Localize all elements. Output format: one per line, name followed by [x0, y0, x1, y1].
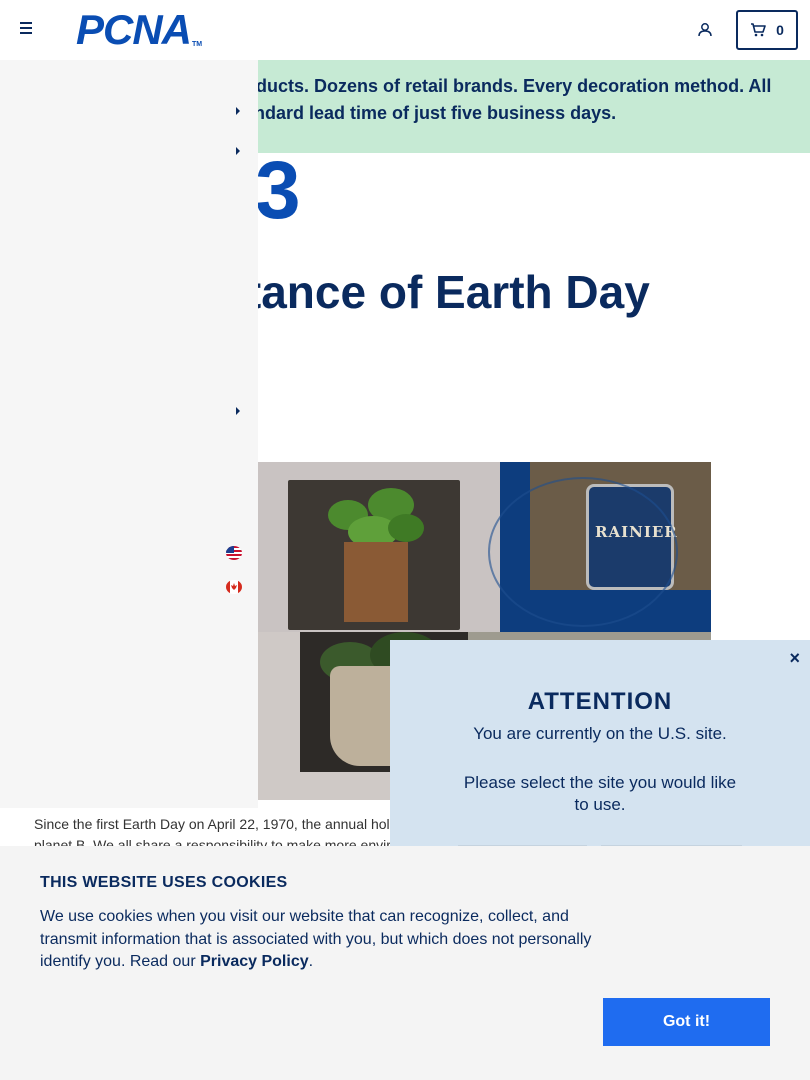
cart-count: 0	[776, 22, 784, 38]
logo-wordmark: PCNA	[76, 6, 192, 53]
hamburger-icon[interactable]	[20, 22, 36, 38]
cookie-text: We use cookies when you visit our websit…	[40, 906, 610, 974]
modal-instructions: Please select the site you would like to…	[463, 773, 737, 814]
accept-cookies-button[interactable]: Got it!	[603, 998, 770, 1046]
article-title: rtance of Earth Day	[228, 266, 650, 318]
plant-photo	[288, 480, 460, 630]
hero-decor-curve	[488, 477, 678, 627]
privacy-policy-link[interactable]: Privacy Policy	[200, 953, 309, 970]
promo-text: roducts. Dozens of retail brands. Every …	[238, 76, 772, 123]
user-icon[interactable]	[697, 22, 713, 38]
menu-expand-arrow-icon[interactable]	[236, 407, 240, 415]
side-menu-drawer	[0, 60, 258, 808]
us-flag-icon[interactable]	[226, 546, 242, 560]
logo-trademark: TM	[192, 41, 203, 48]
cart-icon	[751, 23, 766, 37]
cookie-body-end: .	[308, 953, 314, 970]
pcna-logo[interactable]: PCNA TM	[76, 6, 203, 53]
cookie-title: THIS WEBSITE USES COOKIES	[40, 874, 288, 891]
cart-button[interactable]: 0	[736, 10, 798, 50]
modal-current-site: You are currently on the U.S. site.	[473, 724, 727, 743]
modal-title: ATTENTION	[527, 688, 673, 715]
big-heading-fragment: 3	[255, 145, 301, 236]
cookie-body-text: We use cookies when you visit our websit…	[40, 908, 592, 970]
menu-expand-arrow-icon[interactable]	[236, 107, 240, 115]
canada-flag-icon[interactable]	[226, 580, 242, 594]
close-icon[interactable]: ×	[789, 648, 800, 669]
cookie-banner: THIS WEBSITE USES COOKIES We use cookies…	[0, 846, 810, 1080]
menu-expand-arrow-icon[interactable]	[236, 147, 240, 155]
site-select-modal: × ATTENTION You are currently on the U.S…	[390, 640, 810, 853]
hero-panel-gray	[258, 462, 500, 632]
site-header: PCNA TM 0	[0, 0, 810, 60]
